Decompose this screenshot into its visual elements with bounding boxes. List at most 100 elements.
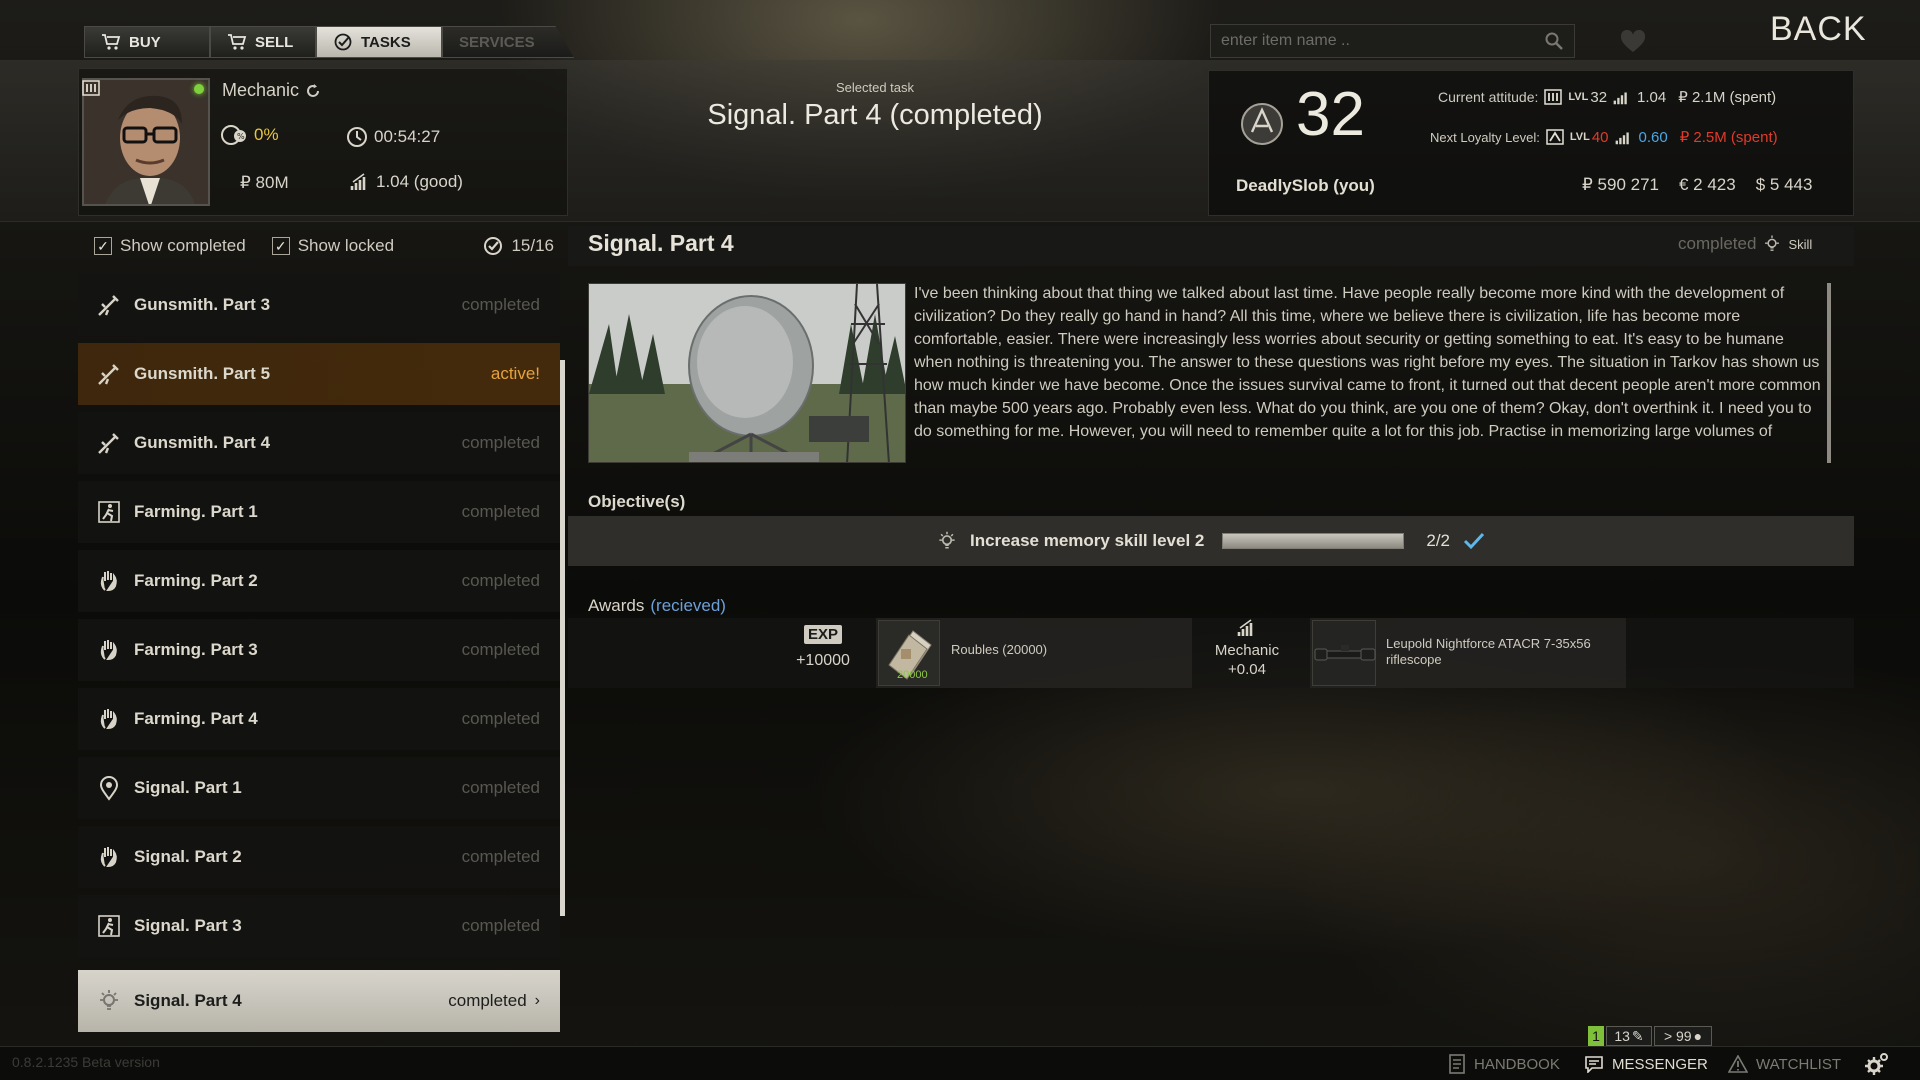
task-item-signal-part-3[interactable]: Signal. Part 3 completed	[78, 895, 560, 957]
online-indicator	[194, 84, 204, 94]
refresh-icon[interactable]	[305, 83, 321, 99]
task-item-signal-part-1[interactable]: Signal. Part 1 completed	[78, 757, 560, 819]
lightbulb-icon	[1765, 235, 1780, 251]
task-name: Signal. Part 3	[134, 916, 242, 935]
timer-value: 00:54:27	[374, 127, 441, 146]
trader-timer: 00:54:27	[346, 126, 440, 148]
counter-messages-value: 13	[1614, 1028, 1630, 1044]
description-scrollbar[interactable]	[1827, 283, 1831, 463]
task-name: Signal. Part 1	[134, 778, 242, 797]
tab-tasks[interactable]: TASKS	[316, 26, 442, 58]
player-currencies: ₽ 590 271 € 2 423 $ 5 443	[1582, 175, 1812, 195]
standing-bars-icon	[350, 173, 366, 190]
standing-value: 1.04 (good)	[376, 172, 463, 191]
back-button[interactable]: BACK	[1770, 10, 1867, 49]
counter-friends: > 99 ●	[1654, 1026, 1712, 1046]
next-spent: ₽ 2.5M (spent)	[1679, 129, 1778, 146]
task-item-signal-part-2[interactable]: Signal. Part 2 completed	[78, 826, 560, 888]
show-completed-label: Show completed	[120, 236, 246, 255]
riflescope-icon	[1314, 645, 1376, 661]
riflescope-item-slot[interactable]	[1312, 620, 1376, 686]
task-item-gunsmith-part-5[interactable]: Gunsmith. Part 5 active!	[78, 343, 560, 405]
objective-progress-text: 2/2	[1426, 531, 1450, 550]
task-item-farming-part-1[interactable]: Farming. Part 1 completed	[78, 481, 560, 543]
task-name: Farming. Part 2	[134, 571, 258, 590]
task-detail-header	[568, 226, 1854, 266]
rifle-icon	[98, 433, 119, 454]
next-loyalty-row: Next Loyalty Level: LVL 40 0.60 ₽ 2.5M (…	[1430, 128, 1778, 147]
objective-progress-fill	[1223, 534, 1404, 548]
task-item-gunsmith-part-3[interactable]: Gunsmith. Part 3 completed	[78, 274, 560, 336]
handbook-button[interactable]: HANDBOOK	[1448, 1050, 1560, 1078]
chat-icon	[1585, 1056, 1603, 1073]
watchlist-button[interactable]: WATCHLIST	[1728, 1050, 1841, 1078]
task-name: Gunsmith. Part 4	[134, 433, 271, 452]
lightbulb-icon	[939, 531, 955, 549]
runner-icon	[98, 501, 120, 523]
task-detail-status-row: completed Skill	[1678, 234, 1812, 254]
award-trader-standing: Mechanic +0.04	[1206, 618, 1288, 678]
task-list-scrollbar[interactable]	[560, 360, 565, 916]
lvl-label: LVL	[1568, 91, 1589, 103]
task-status: completed	[461, 640, 540, 659]
svg-text:%: %	[237, 132, 245, 141]
percent-value: 0%	[254, 125, 279, 144]
tab-buy[interactable]: BUY	[84, 26, 210, 58]
tab-sell[interactable]: SELL	[210, 26, 316, 58]
standing-bars-icon	[1237, 619, 1253, 636]
task-item-signal-part-4[interactable]: Signal. Part 4 completed ›	[78, 970, 560, 1032]
check-circle-icon	[484, 237, 503, 255]
task-item-gunsmith-part-4[interactable]: Gunsmith. Part 4 completed	[78, 412, 560, 474]
rifle-icon	[98, 364, 119, 385]
awards-heading: Awards (recieved)	[588, 596, 726, 616]
checkbox-checked-icon: ✓	[94, 237, 112, 255]
show-completed-checkbox[interactable]: ✓ Show completed	[94, 236, 246, 256]
award-exp: EXP +10000	[790, 624, 856, 670]
paperclip-icon: ✎	[1631, 1027, 1644, 1044]
avatar	[84, 80, 208, 204]
hand-icon	[100, 709, 117, 730]
money-value: ₽ 80M	[240, 173, 289, 192]
counter-level: 1	[1588, 1026, 1604, 1046]
award-trader-name: Mechanic	[1214, 642, 1280, 659]
task-name: Signal. Part 4	[134, 991, 242, 1010]
heart-icon[interactable]	[1620, 30, 1646, 54]
counter-messages: 13 ✎	[1606, 1026, 1652, 1046]
task-name: Farming. Part 1	[134, 502, 258, 521]
runner-icon	[98, 915, 120, 937]
tab-services[interactable]: SERVICES	[442, 26, 574, 58]
loyalty-rank-icon	[82, 80, 100, 96]
task-item-farming-part-3[interactable]: Farming. Part 3 completed	[78, 619, 560, 681]
task-image	[588, 283, 906, 463]
task-detail-title: Signal. Part 4	[588, 230, 734, 256]
version-label: 0.8.2.1235 Beta version	[12, 1054, 160, 1070]
euros-balance: € 2 423	[1679, 175, 1736, 194]
messenger-button[interactable]: MESSENGER	[1584, 1050, 1708, 1078]
cart-icon	[228, 34, 247, 50]
task-status: completed	[461, 502, 540, 521]
objective-row: Increase memory skill level 2 2/2	[568, 516, 1854, 566]
current-spent: ₽ 2.1M (spent)	[1678, 89, 1777, 106]
task-item-farming-part-4[interactable]: Farming. Part 4 completed	[78, 688, 560, 750]
task-status: completed	[461, 571, 540, 590]
task-status: completed	[461, 916, 540, 935]
show-locked-checkbox[interactable]: ✓ Show locked	[271, 236, 394, 256]
settings-gear-icon[interactable]	[1862, 1050, 1890, 1078]
task-status: completed	[461, 433, 540, 452]
counter-friends-value: > 99	[1663, 1028, 1692, 1044]
task-item-farming-part-2[interactable]: Farming. Part 2 completed	[78, 550, 560, 612]
hand-icon	[100, 847, 117, 868]
messenger-label: MESSENGER	[1612, 1055, 1708, 1073]
awards-label: Awards	[588, 596, 645, 615]
trader-portrait[interactable]	[82, 78, 210, 206]
search-input[interactable]	[1221, 32, 1544, 50]
current-attitude-label: Current attitude:	[1438, 89, 1539, 105]
task-name: Gunsmith. Part 5	[134, 364, 271, 383]
selected-task-title: Signal. Part 4 (completed)	[707, 99, 1043, 131]
roubles-item-slot[interactable]: 20000	[878, 620, 940, 686]
map-pin-icon	[99, 776, 119, 801]
search-icon[interactable]	[1544, 31, 1564, 51]
hand-icon	[100, 640, 117, 661]
task-name: Signal. Part 2	[134, 847, 242, 866]
task-count-value: 15/16	[511, 236, 554, 255]
